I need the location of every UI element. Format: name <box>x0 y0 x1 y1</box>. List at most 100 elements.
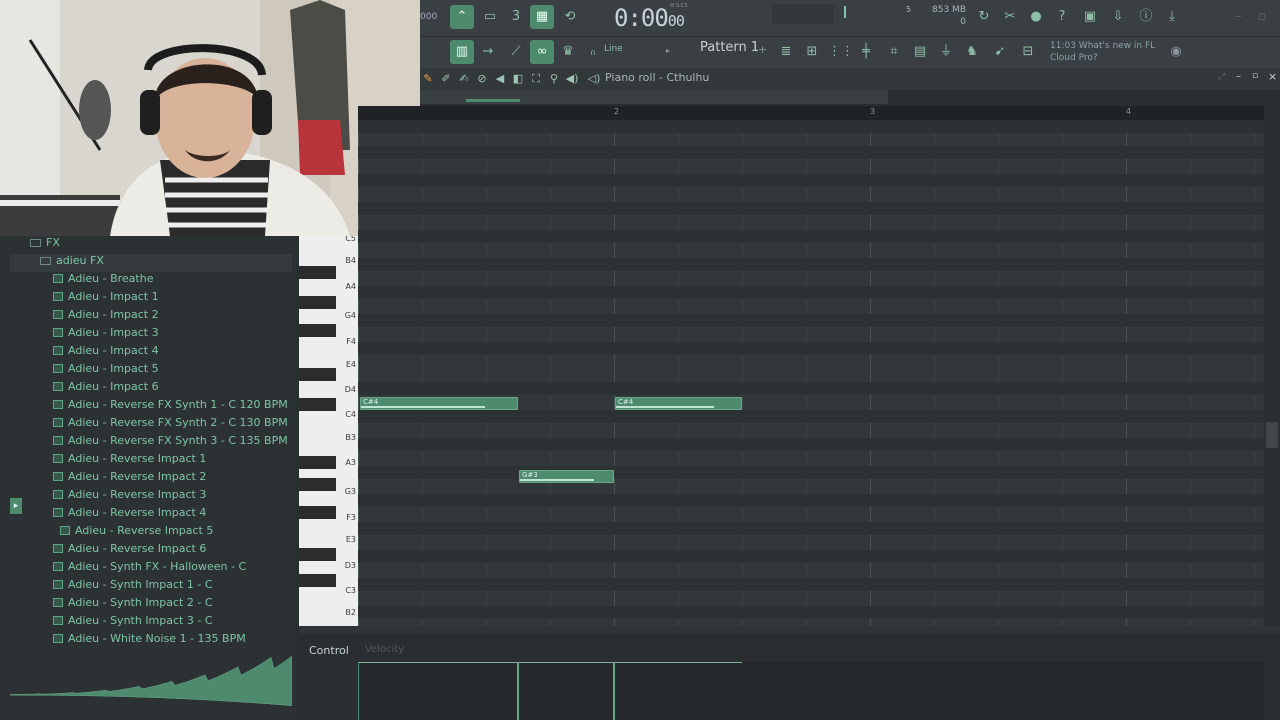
browser-folder-root[interactable]: FX <box>30 236 60 254</box>
browser-item[interactable]: Adieu - Reverse FX Synth 1 - C 120 BPM <box>53 398 288 416</box>
browser-item[interactable]: Adieu - Reverse Impact 1 <box>53 452 206 470</box>
save-icon[interactable]: ▣ <box>1078 5 1102 29</box>
typing-keyboard-icon[interactable]: ♞ <box>960 40 984 64</box>
black-key[interactable] <box>299 478 336 491</box>
piano-roll-icon[interactable]: ▥ <box>450 40 474 64</box>
export-icon[interactable]: ⇩ <box>1106 5 1130 29</box>
pattern-prev-icon[interactable]: ▸ <box>666 46 670 55</box>
browser-item[interactable]: Adieu - Reverse Impact 3 <box>53 488 206 506</box>
browser-item[interactable]: Adieu - Impact 3 <box>53 326 159 344</box>
browser-item[interactable]: Adieu - Impact 5 <box>53 362 159 380</box>
delete-icon[interactable]: ⊘ <box>474 70 490 88</box>
news-panel[interactable]: 11:03 What's new in FL Cloud Pro? <box>1050 40 1155 64</box>
slide-icon[interactable]: ⟋ <box>504 40 528 64</box>
window-close-icon[interactable]: × <box>1268 70 1277 83</box>
velocity-bar[interactable] <box>518 662 614 720</box>
black-key[interactable] <box>299 296 336 309</box>
project-icon[interactable]: ▤ <box>908 40 932 64</box>
preview-marker-icon[interactable]: ▸ <box>10 498 22 514</box>
velocity-bar[interactable] <box>614 662 742 720</box>
browser-item[interactable]: Adieu - Reverse Impact 2 <box>53 470 206 488</box>
refresh-icon[interactable]: ↻ <box>972 5 996 29</box>
browser-item[interactable]: Adieu - Synth Impact 2 - C <box>53 596 213 614</box>
velocity-bar[interactable] <box>358 662 517 720</box>
plug-icon[interactable]: ⏚ <box>934 40 958 64</box>
loop-record-icon[interactable]: ⟲ <box>558 5 582 29</box>
cart-icon[interactable]: ⊟ <box>1016 40 1040 64</box>
browser-item[interactable]: Adieu - Impact 1 <box>53 290 159 308</box>
stamp-icon[interactable]: ♛ <box>556 40 580 64</box>
window-maximize-icon[interactable]: ▫ <box>1252 71 1258 81</box>
browser-item[interactable]: Adieu - Synth Impact 3 - C <box>53 614 213 632</box>
control-target[interactable]: Velocity <box>365 644 404 655</box>
magnet-icon[interactable]: ∩ <box>590 48 596 57</box>
arrow-right-icon[interactable]: → <box>476 40 500 64</box>
pencil-icon[interactable]: ✎ <box>420 70 436 88</box>
minimize-icon[interactable]: – <box>1226 5 1250 29</box>
add-pattern-icon[interactable]: + <box>758 43 767 56</box>
browser-item[interactable]: Adieu - Breathe <box>53 272 153 290</box>
black-key[interactable] <box>299 368 336 381</box>
download-icon[interactable]: ⤓ <box>1160 5 1184 29</box>
piano-keyboard[interactable]: C5 B4 A4 G4 F4 E4 D4 C4 B3 A3 G3 F3 E3 D3 C3 B2 <box>299 236 358 626</box>
browser-item[interactable]: Adieu - Reverse FX Synth 3 - C 135 BPM <box>53 434 288 452</box>
speaker-icon[interactable]: ◁) <box>586 70 602 88</box>
tempo-display[interactable]: 000 <box>420 12 437 22</box>
black-key[interactable] <box>299 266 336 279</box>
browser-item[interactable]: Adieu - Impact 2 <box>53 308 159 326</box>
browser-item[interactable]: Adieu - Synth FX - Halloween - C <box>53 560 246 578</box>
note-c#4-1[interactable]: C#4 <box>360 397 518 410</box>
step-edit-icon[interactable]: ▦ <box>530 5 554 29</box>
help-icon[interactable]: ? <box>1050 5 1074 29</box>
select-icon[interactable]: ⛶ <box>528 70 544 88</box>
vertical-scroll-thumb[interactable] <box>1266 422 1278 448</box>
link-icon[interactable]: ∞ <box>530 40 554 64</box>
browser-item[interactable]: Adieu - Reverse Impact 5 <box>60 524 213 542</box>
paint-icon[interactable]: ✐ <box>438 70 454 88</box>
metronome-icon[interactable]: ⌃ <box>450 5 474 29</box>
pattern-select[interactable]: Pattern 1 <box>700 40 759 55</box>
black-key[interactable] <box>299 574 336 587</box>
browser-item[interactable]: Adieu - Impact 6 <box>53 380 159 398</box>
black-key[interactable] <box>299 506 336 519</box>
globe-icon[interactable]: ◉ <box>1164 40 1188 64</box>
wait-record-icon[interactable]: ▭ <box>478 5 502 29</box>
horizontal-scroll-thumb[interactable] <box>466 99 520 102</box>
velocity-stem[interactable] <box>613 662 615 720</box>
snap-select[interactable]: Line <box>604 44 623 54</box>
send-icon[interactable]: ➹ <box>988 40 1012 64</box>
note-c#4-2[interactable]: C#4 <box>615 397 742 410</box>
black-key[interactable] <box>299 548 336 561</box>
browser-item[interactable]: Adieu - Impact 4 <box>53 344 159 362</box>
black-key[interactable] <box>299 398 336 411</box>
playlist-icon[interactable]: ≣ <box>774 40 798 64</box>
velocity-lane[interactable] <box>358 662 1264 720</box>
black-key[interactable] <box>299 324 336 337</box>
browser-folder-sub[interactable]: adieu FX <box>10 254 292 272</box>
slice-icon[interactable]: ◧ <box>510 70 526 88</box>
zoom-icon[interactable]: ⚲ <box>546 70 562 88</box>
black-key[interactable] <box>299 456 336 469</box>
browser-item[interactable]: Adieu - Reverse Impact 4 <box>53 506 206 524</box>
info-icon[interactable]: ⓘ <box>1134 5 1158 29</box>
playback-icon[interactable]: ◀) <box>564 70 580 88</box>
microphone-icon[interactable]: ● <box>1024 5 1048 29</box>
timeline-ruler[interactable]: 2 3 4 <box>358 106 1264 120</box>
cut-icon[interactable]: ✂ <box>998 5 1022 29</box>
plugin-picker-icon[interactable]: ╪ <box>854 40 878 64</box>
mixer-icon[interactable]: ⋮⋮ <box>828 40 854 64</box>
paint-brush-icon[interactable]: ✍ <box>456 70 472 88</box>
window-minimize-icon[interactable]: – <box>1236 71 1241 82</box>
channel-rack-icon[interactable]: ⊞ <box>800 40 824 64</box>
browser-icon[interactable]: ⌗ <box>882 40 906 64</box>
note-g#3[interactable]: G#3 <box>519 470 614 483</box>
piano-roll-grid[interactable]: C#4 C#4 G#3 <box>358 120 1264 626</box>
maximize-icon[interactable]: ▫ <box>1250 5 1274 29</box>
countdown-icon[interactable]: 3 <box>504 5 528 29</box>
browser-item[interactable]: Adieu - Synth Impact 1 - C <box>53 578 213 596</box>
detach-icon[interactable]: ⤢ <box>1218 72 1225 82</box>
control-label[interactable]: Control <box>309 644 349 657</box>
browser-item[interactable]: Adieu - Reverse FX Synth 2 - C 130 BPM <box>53 416 288 434</box>
browser-item[interactable]: Adieu - Reverse Impact 6 <box>53 542 206 560</box>
velocity-stem[interactable] <box>517 662 519 720</box>
